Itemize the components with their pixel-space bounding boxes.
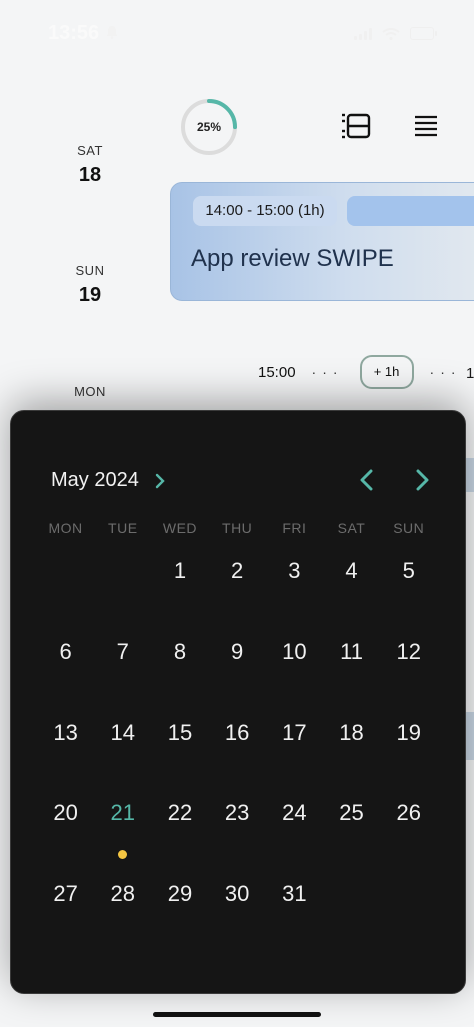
calendar-grid: 1 2 3 4 5 6 7 8 9 10 11 12 13 14 15 16 17 18 19 20 21 22 23 24 2… bbox=[37, 551, 465, 955]
weekday-label: TUE bbox=[108, 520, 138, 536]
weekday-label: FRI bbox=[282, 520, 307, 536]
calendar-day[interactable]: 14 bbox=[94, 713, 151, 794]
day-name: SAT bbox=[77, 143, 103, 158]
wifi-icon bbox=[382, 27, 400, 40]
status-bar: 13:56 bbox=[0, 0, 474, 62]
status-icons bbox=[354, 27, 437, 40]
calendar-day[interactable]: 11 bbox=[323, 632, 380, 713]
calendar-day[interactable]: 24 bbox=[266, 793, 323, 874]
event-time-chip: 14:00 - 15:00 (1h) bbox=[193, 196, 337, 226]
empty-cell bbox=[37, 551, 94, 632]
calendar-day[interactable]: 15 bbox=[151, 713, 208, 794]
empty-cell bbox=[94, 551, 151, 632]
day-sun[interactable]: SUN 19 bbox=[50, 263, 130, 307]
next-month-button[interactable] bbox=[413, 469, 431, 491]
calendar-day[interactable]: 13 bbox=[37, 713, 94, 794]
gap-duration-pill[interactable]: + 1h bbox=[359, 355, 414, 389]
day-mon[interactable]: MON bbox=[50, 384, 130, 399]
weekday-header: MON TUE WED THU FRI SAT SUN bbox=[37, 520, 465, 536]
day-number: 18 bbox=[78, 164, 102, 186]
chevron-right-icon[interactable] bbox=[154, 473, 166, 489]
calendar-day[interactable]: 31 bbox=[266, 874, 323, 955]
calendar-day[interactable]: 6 bbox=[37, 632, 94, 713]
calendar-day[interactable]: 23 bbox=[209, 793, 266, 874]
calendar-day[interactable]: 27 bbox=[37, 874, 94, 955]
day-name: MON bbox=[74, 384, 106, 399]
calendar-day[interactable]: 5 bbox=[380, 551, 437, 632]
calendar-day[interactable]: 29 bbox=[151, 874, 208, 955]
progress-label: 25% bbox=[196, 120, 222, 134]
calendar-day[interactable]: 26 bbox=[380, 793, 437, 874]
signal-icon bbox=[354, 27, 372, 40]
calendar-day[interactable]: 22 bbox=[151, 793, 208, 874]
weekday-label: SAT bbox=[337, 520, 366, 536]
event-title: App review SWIPE bbox=[191, 245, 394, 272]
calendar-day[interactable]: 12 bbox=[380, 632, 437, 713]
battery-icon bbox=[410, 27, 437, 40]
event-secondary-chip bbox=[347, 196, 474, 226]
month-title[interactable]: May 2024 bbox=[51, 469, 139, 492]
event-dot-indicator bbox=[118, 850, 128, 860]
weekday-label: WED bbox=[162, 520, 198, 536]
calendar-day-today[interactable]: 21 bbox=[94, 793, 151, 874]
calendar-day[interactable]: 4 bbox=[323, 551, 380, 632]
calendar-day[interactable]: 7 bbox=[94, 632, 151, 713]
calendar-day[interactable]: 20 bbox=[37, 793, 94, 874]
dotted-separator: ··· bbox=[311, 364, 344, 380]
calendar-day[interactable]: 28 bbox=[94, 874, 151, 955]
calendar-day[interactable]: 16 bbox=[209, 713, 266, 794]
calendar-day[interactable]: 1 bbox=[151, 551, 208, 632]
weekday-label: THU bbox=[222, 520, 253, 536]
calendar-day[interactable]: 2 bbox=[209, 551, 266, 632]
day-name: SUN bbox=[75, 263, 105, 278]
status-time: 13:56 bbox=[48, 22, 100, 44]
previous-month-button[interactable] bbox=[358, 469, 376, 491]
calendar-day[interactable]: 10 bbox=[266, 632, 323, 713]
view-toggle-icon[interactable] bbox=[341, 112, 371, 140]
bell-icon bbox=[106, 26, 118, 39]
dotted-separator: ··· bbox=[429, 364, 462, 380]
weekday-label: SUN bbox=[393, 520, 425, 536]
calendar-day[interactable]: 19 bbox=[380, 713, 437, 794]
calendar-day[interactable]: 18 bbox=[323, 713, 380, 794]
gap-time: 15:00 bbox=[258, 363, 296, 381]
calendar-day[interactable]: 30 bbox=[209, 874, 266, 955]
month-calendar-popover: May 2024 MON TUE WED THU FRI SAT SUN 123456789… bbox=[10, 410, 466, 994]
calendar-day[interactable]: 8 bbox=[151, 632, 208, 713]
free-gap-row: 15:00 ··· + 1h ··· bbox=[258, 354, 474, 390]
day-sat[interactable]: SAT 18 bbox=[50, 143, 130, 187]
day-number: 19 bbox=[78, 284, 102, 306]
menu-icon[interactable] bbox=[414, 115, 438, 137]
calendar-day[interactable]: 25 bbox=[323, 793, 380, 874]
calendar-day[interactable]: 17 bbox=[266, 713, 323, 794]
event-card[interactable]: 14:00 - 15:00 (1h) App review SWIPE bbox=[170, 182, 474, 301]
gap-edge-text: 1 bbox=[466, 365, 474, 382]
weekday-label: MON bbox=[48, 520, 83, 536]
calendar-day[interactable]: 9 bbox=[209, 632, 266, 713]
calendar-day[interactable]: 3 bbox=[266, 551, 323, 632]
home-indicator bbox=[153, 1012, 321, 1017]
